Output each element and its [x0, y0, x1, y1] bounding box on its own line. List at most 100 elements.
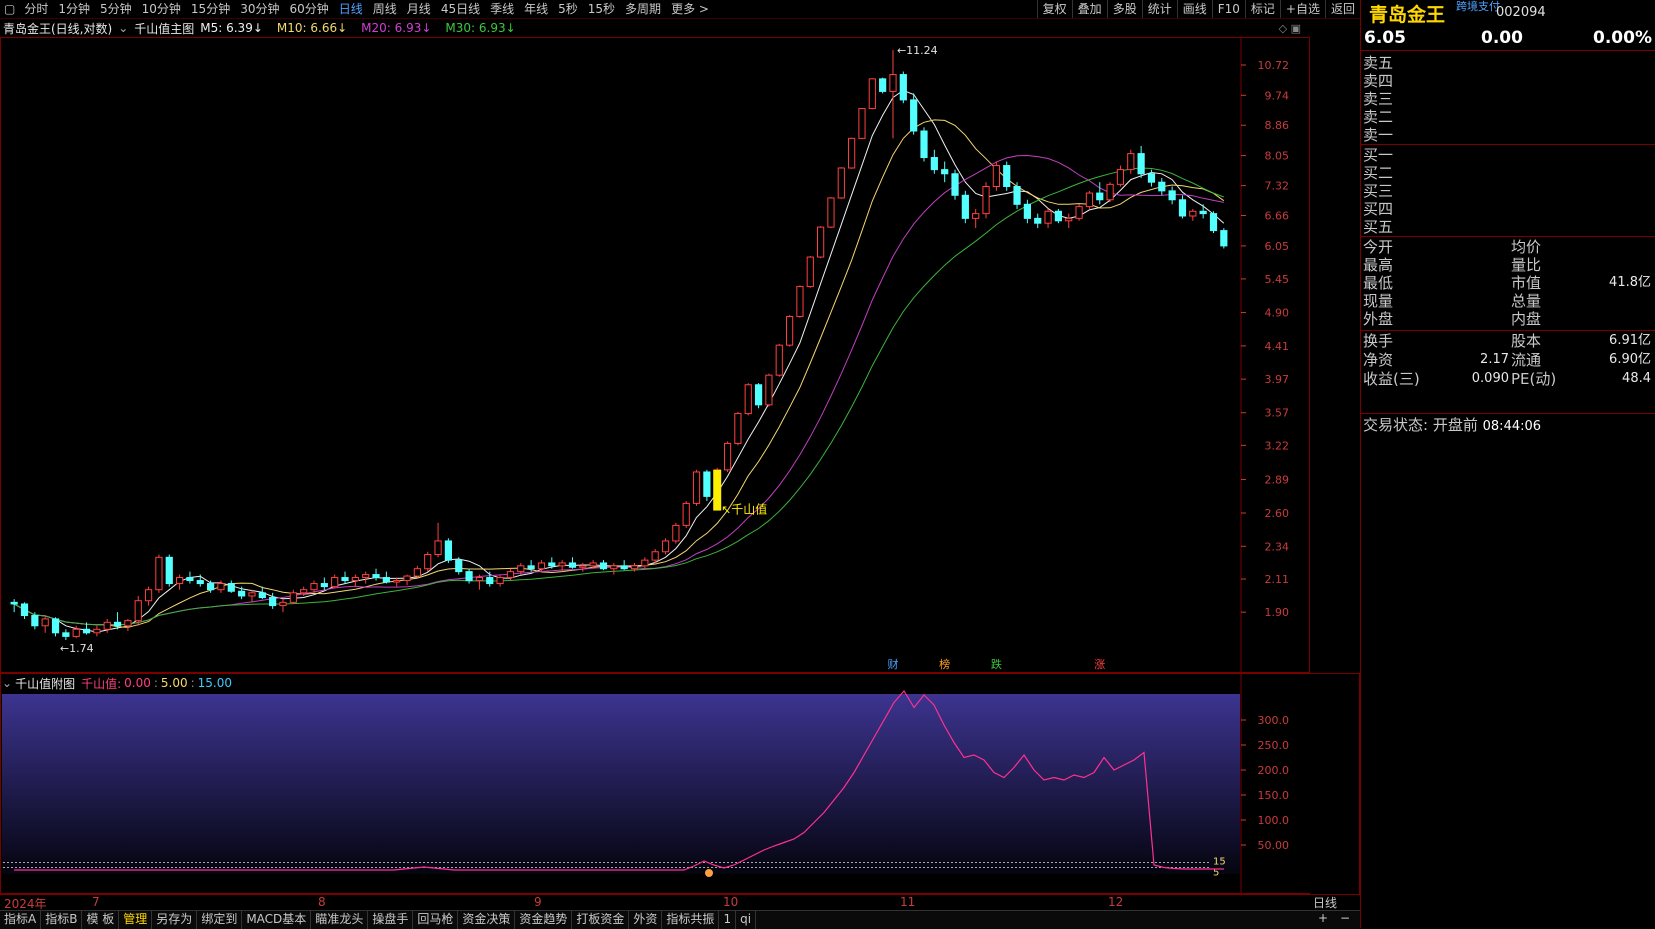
- period-tab-12[interactable]: 年线: [519, 0, 553, 18]
- stat-left-1: 最高: [1363, 256, 1394, 274]
- candle-95: [992, 161, 1000, 191]
- buy-level-1[interactable]: 买一: [1363, 146, 1653, 164]
- stat-right-value-2: 41.8亿: [1609, 275, 1651, 290]
- sub-tick-1: 250.0: [1258, 739, 1290, 752]
- sub-toggle-icon[interactable]: ⌄: [2, 676, 12, 690]
- toolbar-button-7[interactable]: +自选: [1279, 0, 1325, 18]
- candle-48: [506, 568, 515, 581]
- stat-left-0: 今开: [1363, 238, 1394, 256]
- indicator-tab-10[interactable]: 资金决策: [458, 911, 516, 929]
- candle-74: [775, 343, 783, 377]
- period-tab-1[interactable]: 1分钟: [53, 0, 95, 18]
- main-indicator-name[interactable]: 千山值主图: [134, 20, 194, 37]
- period-tab-2[interactable]: 5分钟: [95, 0, 137, 18]
- indicator-chart[interactable]: 300.0250.0200.0150.0100.050.00155: [1, 674, 1359, 894]
- ma-legend-item-0: M5: 6.39↓: [200, 21, 263, 35]
- period-tab-10[interactable]: 45日线: [436, 0, 485, 18]
- indicator-tab-4[interactable]: 另存为: [152, 911, 198, 929]
- stat-left-4: 外盘: [1363, 310, 1394, 328]
- sell-level-2[interactable]: 卖二: [1363, 108, 1653, 126]
- price-tick-9: 4.41: [1265, 340, 1290, 353]
- indicator-tab-16[interactable]: qi: [736, 911, 757, 929]
- indicator-tab-8[interactable]: 操盘手: [368, 911, 414, 929]
- candle-34: [362, 571, 370, 584]
- toolbar-button-1[interactable]: 叠加: [1071, 0, 1107, 18]
- period-tab-3[interactable]: 10分钟: [137, 0, 186, 18]
- period-tab-6[interactable]: 60分钟: [284, 0, 333, 18]
- ma-line-20: [13, 154, 1224, 626]
- period-tab-16[interactable]: 更多 >: [666, 0, 714, 18]
- indicator-tab-1[interactable]: 指标B: [41, 911, 83, 929]
- candle-87: [910, 93, 918, 135]
- candle-35: [372, 568, 380, 581]
- event-marker-3[interactable]: 涨: [1094, 658, 1105, 671]
- candle-8: [93, 625, 101, 637]
- period-tab-14[interactable]: 15秒: [583, 0, 620, 18]
- stock-name: 青岛金王: [1369, 4, 1446, 26]
- toolbar-button-2[interactable]: 多股: [1106, 0, 1142, 18]
- ma-line-10: [13, 119, 1225, 628]
- date-tick-2: 8: [318, 895, 326, 909]
- indicator-tab-3[interactable]: 管理: [119, 911, 153, 929]
- indicator-tab-2[interactable]: 模 板: [82, 911, 120, 929]
- sell-level-1[interactable]: 卖一: [1363, 126, 1653, 144]
- period-tab-4[interactable]: 15分钟: [186, 0, 235, 18]
- toolbar-button-3[interactable]: 统计: [1141, 0, 1177, 18]
- toolbar-button-0[interactable]: 复权: [1036, 0, 1072, 18]
- event-marker-2[interactable]: 跌: [991, 657, 1002, 671]
- toolbar-button-8[interactable]: 返回: [1324, 0, 1360, 18]
- event-marker-0[interactable]: 财: [887, 657, 898, 671]
- candle-30: [320, 577, 328, 590]
- indicator-tab-7[interactable]: 瞄准龙头: [311, 911, 369, 929]
- sell-level-4[interactable]: 卖四: [1363, 72, 1653, 90]
- candle-96: [1003, 161, 1011, 191]
- zoom-out-button[interactable]: −: [1340, 911, 1350, 925]
- period-tab-15[interactable]: 多周期: [620, 0, 666, 18]
- toolbar-button-4[interactable]: 画线: [1176, 0, 1212, 18]
- period-tab-9[interactable]: 月线: [402, 0, 436, 18]
- toolbar-button-5[interactable]: F10: [1211, 0, 1245, 18]
- signal-dot: [705, 869, 713, 877]
- window-menu-icon[interactable]: ▢: [0, 0, 19, 18]
- buy-level-5[interactable]: 买五: [1363, 218, 1653, 236]
- sell-level-3[interactable]: 卖三: [1363, 90, 1653, 108]
- period-tab-11[interactable]: 季线: [485, 0, 519, 18]
- period-tab-7[interactable]: 日线: [334, 0, 368, 18]
- candle-107: [1116, 165, 1125, 187]
- indicator-tab-0[interactable]: 指标A: [0, 911, 42, 929]
- candlestick-chart[interactable]: 10.72 9.74 8.86 8.05 7.32 6.66 6.05 5.45 4.90 4.4…: [1, 38, 1309, 672]
- indicator-tab-13[interactable]: 外资: [629, 911, 663, 929]
- candle-113: [1178, 195, 1187, 219]
- period-tab-8[interactable]: 周线: [368, 0, 402, 18]
- buy-level-4[interactable]: 买四: [1363, 200, 1653, 218]
- candle-32: [341, 571, 349, 584]
- candle-71: [744, 383, 752, 416]
- indicator-tab-9[interactable]: 回马枪: [413, 911, 459, 929]
- toolbar-button-6[interactable]: 标记: [1244, 0, 1280, 18]
- sell-level-5[interactable]: 卖五: [1363, 54, 1653, 72]
- candle-99: [1034, 213, 1042, 229]
- concept-badge[interactable]: 跨境支付: [1456, 0, 1500, 14]
- indicator-tab-11[interactable]: 资金趋势: [515, 911, 573, 929]
- indicator-toggle-icon[interactable]: ⌄: [118, 21, 128, 35]
- candle-101: [1054, 208, 1063, 224]
- chart-settings-icon[interactable]: ◇ ▣: [1279, 22, 1301, 35]
- indicator-tab-15[interactable]: 1: [719, 911, 737, 929]
- event-marker-1[interactable]: 榜: [939, 657, 950, 671]
- sub-chart-title[interactable]: 千山值附图: [15, 675, 75, 692]
- period-tab-13[interactable]: 5秒: [553, 0, 583, 18]
- indicator-tab-12[interactable]: 打板资金: [572, 911, 630, 929]
- date-tick-5: 11: [900, 895, 916, 909]
- period-tab-0[interactable]: 分时: [19, 0, 53, 18]
- indicator-tab-6[interactable]: MACD基本: [242, 911, 312, 929]
- indicator-tab-14[interactable]: 指标共振: [662, 911, 720, 929]
- candle-4: [51, 617, 60, 637]
- period-tab-5[interactable]: 30分钟: [235, 0, 284, 18]
- candle-24: [258, 586, 266, 600]
- indicator-tab-5[interactable]: 绑定到: [197, 911, 243, 929]
- zoom-in-button[interactable]: +: [1318, 911, 1328, 925]
- buy-level-3[interactable]: 买三: [1363, 182, 1653, 200]
- buy-level-2[interactable]: 买二: [1363, 164, 1653, 182]
- candle-81: [848, 137, 856, 169]
- stock-code: 002094: [1496, 5, 1546, 20]
